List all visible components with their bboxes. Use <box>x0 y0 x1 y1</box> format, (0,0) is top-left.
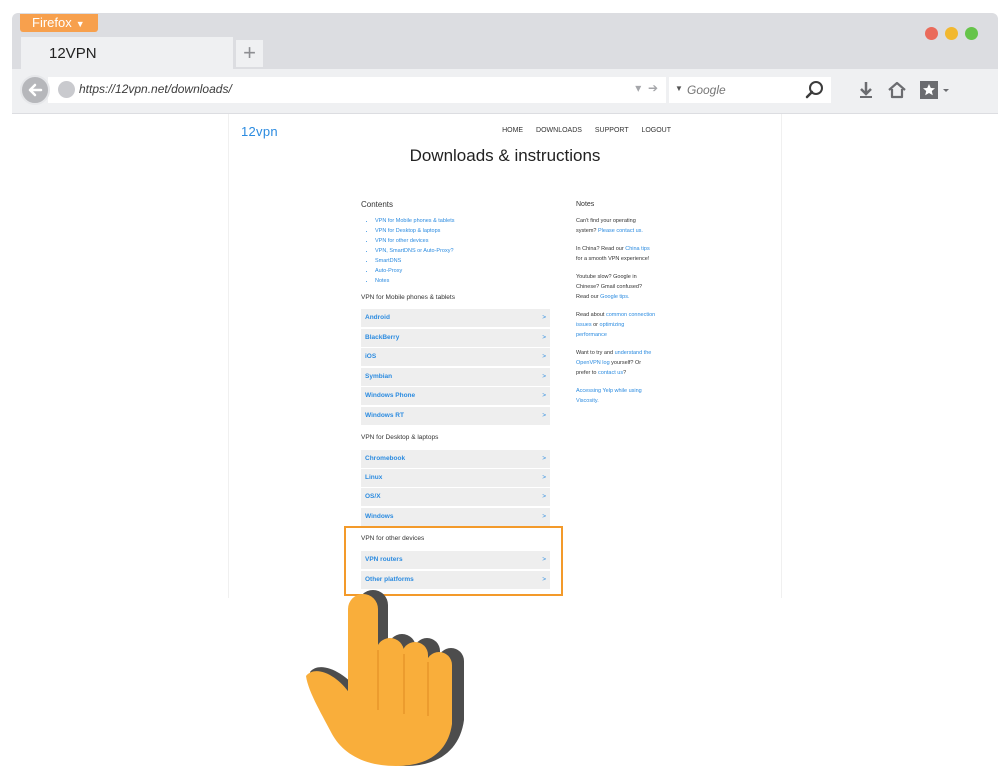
chevron-right-icon: > <box>542 513 546 520</box>
download-link-windows-rt[interactable]: Windows RT > <box>361 407 550 425</box>
contact-us-link[interactable]: contact us <box>598 370 623 376</box>
note-text: for a smooth VPN experience! <box>576 256 650 262</box>
search-icon[interactable] <box>805 80 825 100</box>
download-link-linux[interactable]: Linux > <box>361 469 550 487</box>
download-link-label: Windows Phone <box>365 392 416 399</box>
chevron-right-icon: > <box>542 314 546 321</box>
note-5: Want to try and understand the OpenVPN l… <box>576 348 656 378</box>
note-4: Read about common connection issues or o… <box>576 310 656 340</box>
chevron-right-icon: > <box>542 334 546 341</box>
download-link-windows-phone[interactable]: Windows Phone > <box>361 387 550 405</box>
chevron-right-icon: > <box>542 412 546 419</box>
search-engine-dropdown-icon[interactable]: ▼ <box>675 84 683 93</box>
note-text: Want to try and <box>576 350 614 356</box>
maximize-window-button[interactable] <box>965 27 978 40</box>
url-go-icon[interactable]: ▾ ➔ <box>635 81 658 95</box>
notes-column: Notes Can't find your operating system? … <box>576 200 656 414</box>
pointing-hand-icon <box>306 590 464 766</box>
firefox-menu-button[interactable]: Firefox ▼ <box>20 14 98 32</box>
nav-support[interactable]: SUPPORT <box>595 127 629 134</box>
download-link-chromebook[interactable]: Chromebook > <box>361 450 550 468</box>
firefox-menu-label: Firefox <box>32 15 72 30</box>
note-3: Youtube slow? Google in Chinese? Gmail c… <box>576 272 656 302</box>
nav-logout[interactable]: LOGOUT <box>641 127 671 134</box>
new-tab-button[interactable]: + <box>236 40 263 67</box>
download-link-label: Chromebook <box>365 455 406 462</box>
chevron-down-icon: ▼ <box>75 19 85 29</box>
download-icon[interactable] <box>858 81 874 99</box>
site-logo[interactable]: 12vpn <box>241 124 278 139</box>
contents-link[interactable]: SmartDNS <box>375 256 455 266</box>
contents-list: VPN for Mobile phones & tablets VPN for … <box>367 216 455 286</box>
download-link-android[interactable]: Android > <box>361 309 550 327</box>
note-text: In China? Read our <box>576 246 624 252</box>
download-link-label: Windows <box>365 513 394 520</box>
contents-link[interactable]: Auto-Proxy <box>375 266 455 276</box>
download-link-label: BlackBerry <box>365 334 400 341</box>
contents-link[interactable]: VPN for Desktop & laptops <box>375 226 455 236</box>
note-6: Accessing Yelp while using Viscosity. <box>576 386 656 406</box>
search-input[interactable]: Google <box>687 83 726 97</box>
bookmark-star-icon[interactable] <box>920 81 950 99</box>
top-navigation: HOME DOWNLOADS SUPPORT LOGOUT <box>491 127 671 134</box>
chevron-right-icon: > <box>542 474 546 481</box>
note-2: In China? Read our China tips for a smoo… <box>576 244 656 264</box>
contents-link[interactable]: VPN, SmartDNS or Auto-Proxy? <box>375 246 455 256</box>
close-window-button[interactable] <box>925 27 938 40</box>
section-heading-desktop: VPN for Desktop & laptops <box>361 434 439 441</box>
chevron-right-icon: > <box>542 353 546 360</box>
download-link-label: Android <box>365 314 390 321</box>
browser-window: Firefox ▼ 12VPN + https://12vpn.net/downl… <box>12 13 998 114</box>
nav-downloads[interactable]: DOWNLOADS <box>536 127 582 134</box>
note-text: or <box>593 322 599 328</box>
download-link-windows[interactable]: Windows > <box>361 508 550 526</box>
note-text: Read about <box>576 312 605 318</box>
note-1: Can't find your operating system? Please… <box>576 216 656 236</box>
nav-home[interactable]: HOME <box>502 127 523 134</box>
back-button[interactable] <box>20 75 50 105</box>
download-link-osx[interactable]: OS/X > <box>361 488 550 506</box>
chevron-right-icon: > <box>542 455 546 462</box>
yelp-viscosity-link[interactable]: Accessing Yelp while using Viscosity. <box>576 388 642 404</box>
download-link-blackberry[interactable]: BlackBerry > <box>361 329 550 347</box>
back-arrow-icon <box>28 83 43 97</box>
search-bar[interactable]: ▼ Google <box>669 77 831 103</box>
download-link-label: Symbian <box>365 373 393 380</box>
notes-heading: Notes <box>576 201 595 208</box>
tab-title: 12VPN <box>49 45 97 62</box>
download-link-label: OS/X <box>365 493 381 500</box>
home-icon[interactable] <box>888 81 906 99</box>
download-link-label: iOS <box>365 353 377 360</box>
download-link-symbian[interactable]: Symbian > <box>361 368 550 386</box>
contents-link[interactable]: VPN for Mobile phones & tablets <box>375 216 455 226</box>
contents-link[interactable]: VPN for other devices <box>375 236 455 246</box>
url-text[interactable]: https://12vpn.net/downloads/ <box>79 82 232 96</box>
contact-link[interactable]: Please contact us. <box>598 228 643 234</box>
section-heading-mobile: VPN for Mobile phones & tablets <box>361 294 455 301</box>
download-link-label: Windows RT <box>365 412 404 419</box>
contents-heading: Contents <box>361 200 394 209</box>
chevron-right-icon: > <box>542 493 546 500</box>
url-bar[interactable]: https://12vpn.net/downloads/ ▾ ➔ <box>48 77 666 103</box>
chevron-right-icon: > <box>542 373 546 380</box>
google-tips-link[interactable]: Google tips. <box>600 294 629 300</box>
contents-link[interactable]: Notes <box>375 276 455 286</box>
download-link-label: Linux <box>365 474 383 481</box>
page-title: Downloads & instructions <box>409 146 601 165</box>
nav-toolbar: https://12vpn.net/downloads/ ▾ ➔ ▼ Googl… <box>12 69 998 113</box>
china-tips-link[interactable]: China tips <box>625 246 649 252</box>
note-text: ? <box>623 370 627 376</box>
highlight-box <box>344 526 563 596</box>
chevron-right-icon: > <box>542 392 546 399</box>
globe-icon <box>58 81 75 98</box>
minimize-window-button[interactable] <box>945 27 958 40</box>
tab-12vpn[interactable]: 12VPN <box>21 37 233 69</box>
download-link-ios[interactable]: iOS > <box>361 348 550 366</box>
